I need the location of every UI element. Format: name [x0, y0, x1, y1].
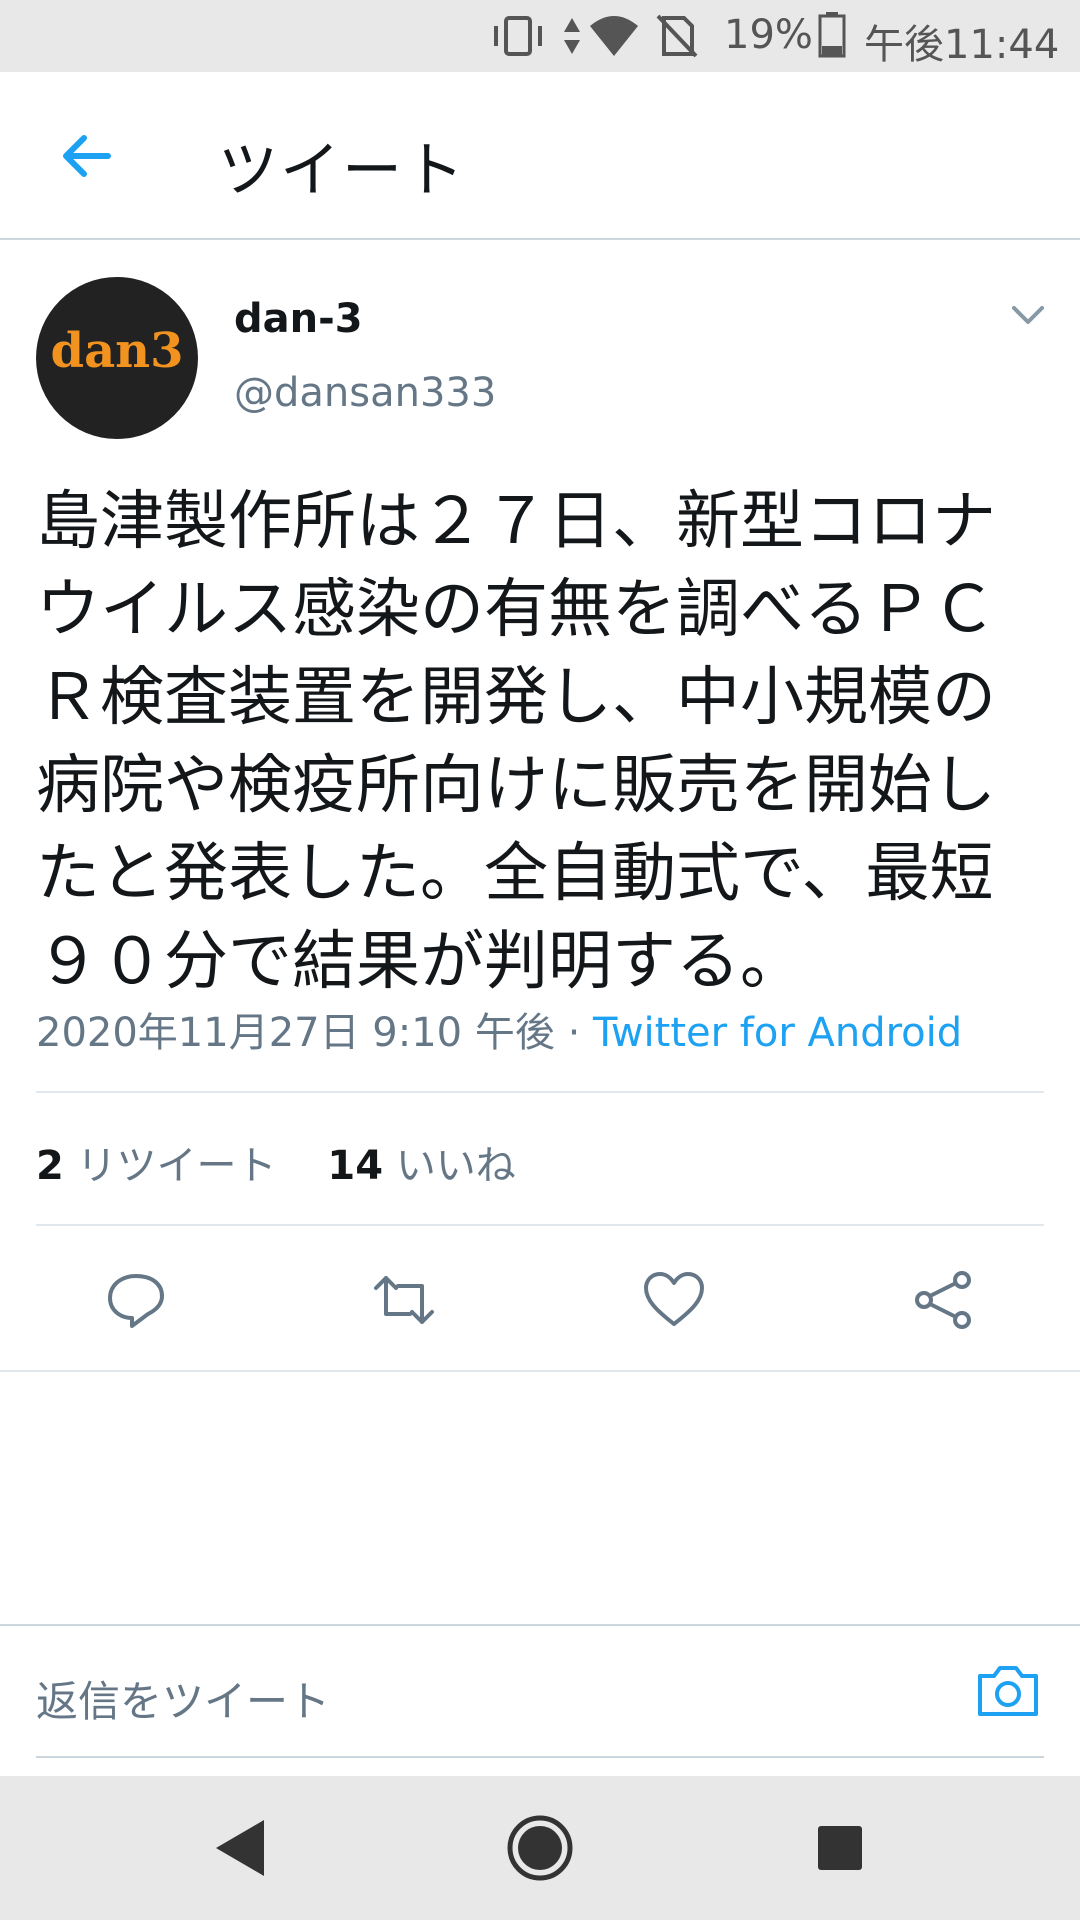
avatar-logo-text: dan3: [50, 323, 184, 379]
chevron-down-icon[interactable]: [1008, 300, 1048, 330]
retweet-button[interactable]: [372, 1268, 436, 1332]
vibrate-icon: [494, 16, 542, 56]
battery-percent: 19%: [724, 12, 813, 58]
arrow-left-icon[interactable]: [54, 124, 118, 188]
battery-icon: [818, 12, 846, 58]
display-name[interactable]: dan-3: [234, 296, 363, 342]
like-icon: [644, 1272, 704, 1326]
divider: [36, 1091, 1044, 1093]
tweet-stats: 2 リツイート 14 いいね: [36, 1133, 516, 1191]
avatar[interactable]: dan3: [36, 277, 198, 439]
reply-icon: [108, 1274, 164, 1328]
retweets-stat[interactable]: 2 リツイート: [36, 1143, 277, 1189]
camera-icon[interactable]: [976, 1662, 1040, 1718]
clock: 午後11:44: [864, 22, 1060, 68]
page-title: ツイート: [218, 136, 466, 206]
tweet-source-link[interactable]: Twitter for Android: [593, 1010, 962, 1056]
system-nav-bar: [0, 1776, 1080, 1920]
retweets-label: リツイート: [76, 1143, 277, 1189]
data-arrows-icon: [564, 18, 580, 54]
reply-bar: 返信をツイート: [0, 1624, 1080, 1760]
divider: [36, 1224, 1044, 1226]
reply-underline: [36, 1756, 1044, 1758]
reply-input[interactable]: 返信をツイート: [36, 1668, 330, 1729]
retweets-count: 2: [36, 1143, 64, 1189]
likes-stat[interactable]: 14 いいね: [327, 1143, 515, 1189]
reply-button[interactable]: [104, 1268, 168, 1332]
tweet-text: 島津製作所は２７日、新型コロナウイルス感染の有無を調べるＰＣＲ検査装置を開発し、…: [36, 485, 996, 999]
share-icon: [915, 1271, 971, 1329]
user-handle[interactable]: @dansan333: [234, 370, 496, 416]
status-bar: 19% 午後11:44: [0, 0, 1080, 72]
tweet-timestamp: 2020年11月27日 9:10 午後: [36, 1010, 555, 1056]
top-app-bar: ツイート: [0, 72, 1080, 240]
divider: [0, 1370, 1080, 1372]
share-button[interactable]: [912, 1268, 976, 1332]
likes-count: 14: [327, 1143, 384, 1189]
nav-back-icon[interactable]: [212, 1816, 268, 1880]
likes-label: いいね: [395, 1143, 516, 1189]
meta-separator: ·: [554, 1010, 594, 1056]
nav-recent-apps-icon[interactable]: [818, 1826, 862, 1870]
retweet-icon: [374, 1276, 434, 1324]
no-sim-icon: [656, 14, 698, 58]
tweet-meta: 2020年11月27日 9:10 午後 · Twitter for Androi…: [36, 1000, 962, 1058]
wifi-icon: [590, 16, 638, 56]
like-button[interactable]: [642, 1268, 706, 1332]
nav-home-icon[interactable]: [506, 1814, 574, 1882]
